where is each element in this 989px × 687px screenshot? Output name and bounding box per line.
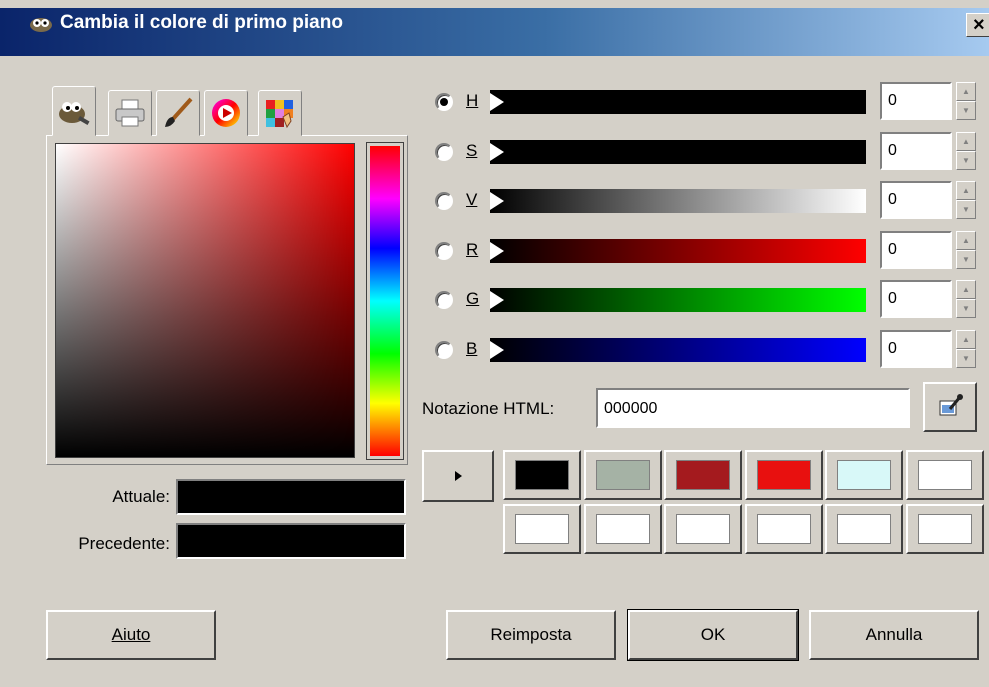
channel-label-b: B <box>466 338 478 358</box>
history-expand-button[interactable] <box>422 450 494 502</box>
radio-s[interactable] <box>435 142 453 161</box>
history-swatch-color <box>917 514 972 544</box>
spin-down-h[interactable]: ▼ <box>956 101 976 120</box>
slider-g[interactable] <box>490 288 866 312</box>
spin-input-g[interactable]: 0 <box>880 280 952 318</box>
spin-up-r[interactable]: ▲ <box>956 230 976 250</box>
html-notation-input[interactable]: 000000 <box>596 388 910 428</box>
paintbrush-icon <box>165 97 193 127</box>
channel-label-h: H <box>466 91 479 110</box>
history-swatch[interactable] <box>825 504 903 554</box>
ok-button-label: OK <box>700 625 726 644</box>
current-label: Attuale: <box>112 487 170 506</box>
history-swatch[interactable] <box>583 504 662 554</box>
slider-b[interactable] <box>490 337 866 362</box>
eyedropper-icon <box>939 394 963 416</box>
slider-h[interactable] <box>490 90 866 114</box>
history-swatch[interactable] <box>664 504 742 554</box>
history-swatch[interactable] <box>583 450 662 500</box>
html-notation-label: Notazione HTML: <box>422 399 555 418</box>
spin-up-h[interactable]: ▲ <box>956 82 976 101</box>
slider-v[interactable] <box>490 189 866 213</box>
palette-icon <box>266 100 293 129</box>
previous-label: Precedente: <box>78 534 170 553</box>
radio-h[interactable] <box>435 93 453 111</box>
slider-handle[interactable] <box>490 93 504 111</box>
history-swatch-color <box>756 460 811 490</box>
radio-v[interactable] <box>435 192 453 210</box>
play-arrow-icon <box>455 471 462 481</box>
spin-input-h[interactable]: 0 <box>880 82 952 120</box>
spin-down-v[interactable]: ▼ <box>956 200 976 219</box>
spin-input-b[interactable]: 0 <box>880 329 952 368</box>
slider-handle[interactable] <box>490 241 504 260</box>
history-swatch[interactable] <box>744 450 823 500</box>
history-swatch-color <box>837 460 891 490</box>
slider-s[interactable] <box>490 139 866 164</box>
history-swatch[interactable] <box>744 504 823 554</box>
spin-up-g[interactable]: ▲ <box>956 280 976 299</box>
tab-gimp-selector[interactable] <box>52 86 96 136</box>
color-picker-button[interactable] <box>923 382 977 432</box>
history-swatch[interactable] <box>503 450 581 500</box>
history-swatch-color <box>756 514 811 544</box>
hue-strip[interactable] <box>366 142 404 460</box>
spin-down-g[interactable]: ▼ <box>956 299 976 318</box>
spin-input-v[interactable]: 0 <box>880 181 952 219</box>
reset-button-label: Reimposta <box>490 625 572 644</box>
window-title: Cambia il colore di primo piano <box>60 12 343 33</box>
color-wheel-icon <box>212 99 240 127</box>
history-swatch-color <box>676 460 730 490</box>
history-swatch-color <box>595 460 650 490</box>
cancel-button-label: Annulla <box>865 625 923 644</box>
slider-r[interactable] <box>490 238 866 263</box>
radio-r[interactable] <box>435 241 453 260</box>
channel-label-g: G <box>466 289 480 308</box>
tab-palette-selector[interactable] <box>258 90 302 136</box>
spin-down-s[interactable]: ▼ <box>956 150 976 170</box>
channel-label-r: R <box>466 239 479 259</box>
history-swatch-color <box>595 514 650 544</box>
tab-cmyk-selector[interactable] <box>108 90 152 136</box>
slider-handle[interactable] <box>490 291 504 309</box>
slider-handle[interactable] <box>490 340 504 359</box>
history-swatch-color <box>515 460 569 490</box>
reset-button[interactable]: Reimposta <box>446 610 616 660</box>
slider-handle[interactable] <box>490 192 504 210</box>
spin-up-b[interactable]: ▲ <box>956 329 976 349</box>
saturation-value-area[interactable] <box>55 143 355 458</box>
spin-up-s[interactable]: ▲ <box>956 131 976 151</box>
cancel-button[interactable]: Annulla <box>809 610 979 660</box>
spin-input-s[interactable]: 0 <box>880 131 952 170</box>
close-button[interactable]: × <box>966 13 989 37</box>
radio-b[interactable] <box>435 340 453 359</box>
printer-icon <box>115 99 145 127</box>
help-button-label: Aiuto <box>111 625 151 644</box>
current-color-swatch <box>176 479 406 515</box>
tab-triangle-selector[interactable] <box>204 90 248 136</box>
tab-watercolor-selector[interactable] <box>156 90 200 136</box>
help-button[interactable]: Aiuto <box>46 610 216 660</box>
history-swatch[interactable] <box>664 450 742 500</box>
ok-button[interactable]: OK <box>627 609 799 661</box>
history-swatch-color <box>676 514 730 544</box>
history-swatch[interactable] <box>905 450 984 500</box>
gimp-icon <box>30 18 52 32</box>
history-swatch-color <box>515 514 569 544</box>
channel-label-s: S <box>466 140 478 160</box>
history-swatch[interactable] <box>825 450 903 500</box>
spin-down-r[interactable]: ▼ <box>956 249 976 269</box>
spin-down-b[interactable]: ▼ <box>956 348 976 368</box>
history-swatch-color <box>917 460 972 490</box>
gimp-wilber-icon <box>59 102 90 125</box>
spin-input-r[interactable]: 0 <box>880 230 952 269</box>
channel-label-v: V <box>466 190 478 209</box>
slider-handle[interactable] <box>490 142 504 161</box>
history-swatch[interactable] <box>503 504 581 554</box>
radio-g[interactable] <box>435 291 453 309</box>
spin-up-v[interactable]: ▲ <box>956 181 976 200</box>
history-swatch[interactable] <box>905 504 984 554</box>
previous-color-swatch[interactable] <box>176 523 406 559</box>
history-swatch-color <box>837 514 891 544</box>
